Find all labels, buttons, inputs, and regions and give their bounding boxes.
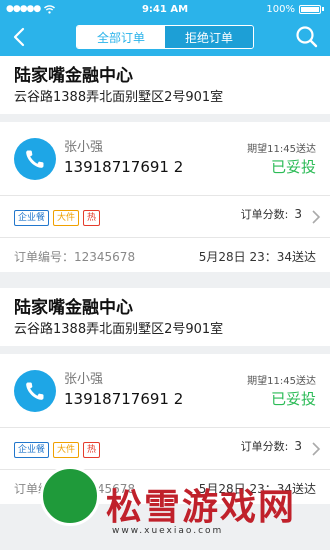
score-value: 3: [294, 207, 302, 221]
tags-row[interactable]: 企业餐 大件 热 订单分数: 3: [0, 428, 330, 470]
chevron-right-icon[interactable]: [310, 209, 322, 225]
search-icon[interactable]: [294, 24, 320, 50]
place-name: 陆家嘴金融中心: [14, 66, 133, 86]
tag-hot: 热: [83, 442, 101, 458]
customer-name: 张小强: [64, 140, 104, 155]
wifi-icon: [44, 4, 56, 14]
order-card[interactable]: 陆家嘴金融中心 云谷路1388弄北面别墅区2号901室 张小强 13918717…: [0, 288, 330, 504]
back-arrow-icon[interactable]: [8, 23, 32, 51]
tag-list: 企业餐 大件 热: [14, 442, 101, 458]
customer-row: 张小强 13918717691 2 期望11:45送达 已妥投: [0, 122, 330, 196]
tag-large-item: 大件: [53, 210, 80, 226]
phone-icon: [26, 382, 44, 400]
status-label: 已妥投: [270, 158, 316, 176]
tab-all-orders[interactable]: 全部订单: [77, 26, 165, 48]
customer-name: 张小强: [64, 372, 104, 387]
delivered-time: 5月28日 23：34送达: [198, 250, 316, 264]
tag-hot: 热: [83, 210, 101, 226]
battery-icon: [299, 4, 321, 14]
status-left: ●●●●●: [6, 4, 116, 14]
place-name: 陆家嘴金融中心: [14, 298, 133, 318]
status-time: 9:41 AM: [141, 3, 189, 15]
tag-corporate-meal: 企业餐: [14, 442, 50, 458]
order-filter-tabs: 全部订单 拒绝订单: [76, 25, 254, 49]
customer-phone: 13918717691 2: [64, 390, 184, 408]
address-text: 云谷路1388弄北面别墅区2号901室: [14, 322, 224, 337]
chevron-right-icon[interactable]: [310, 441, 322, 457]
signal-dots: ●●●●●: [6, 4, 41, 14]
watermark-title: 松雪游戏网: [106, 487, 297, 528]
order-score: 订单分数: 3: [241, 438, 302, 454]
order-number: 订单编号：12345678: [14, 250, 136, 264]
address-block: 陆家嘴金融中心 云谷路1388弄北面别墅区2号901室: [0, 56, 330, 114]
expected-time: 期望11:45送达: [247, 144, 316, 155]
expected-time: 期望11:45送达: [247, 376, 316, 387]
call-button[interactable]: [14, 370, 56, 412]
customer-phone: 13918717691 2: [64, 158, 184, 176]
divider: [0, 346, 330, 354]
order-card[interactable]: 陆家嘴金融中心 云谷路1388弄北面别墅区2号901室 张小强 13918717…: [0, 56, 330, 272]
order-number-row: 订单编号：12345678 5月28日 23：34送达: [0, 238, 330, 272]
phone-icon: [26, 150, 44, 168]
call-button[interactable]: [14, 138, 56, 180]
divider: [0, 114, 330, 122]
watermark-url: www.xuexiao.com: [112, 526, 224, 536]
score-label: 订单分数:: [240, 208, 289, 221]
tag-list: 企业餐 大件 热: [14, 210, 101, 226]
customer-row: 张小强 13918717691 2 期望11:45送达 已妥投: [0, 354, 330, 428]
battery-percent: 100%: [266, 3, 295, 15]
status-right: 100%: [214, 4, 324, 15]
header-bar: 全部订单 拒绝订单: [0, 18, 330, 56]
tab-rejected-orders[interactable]: 拒绝订单: [165, 26, 253, 48]
address-block: 陆家嘴金融中心 云谷路1388弄北面别墅区2号901室: [0, 288, 330, 346]
tags-row[interactable]: 企业餐 大件 热 订单分数: 3: [0, 196, 330, 238]
score-value: 3: [294, 439, 302, 453]
order-score: 订单分数: 3: [241, 206, 302, 222]
battery-tip: [322, 7, 324, 11]
watermark-logo: [40, 466, 100, 526]
tag-corporate-meal: 企业餐: [14, 210, 50, 226]
status-label: 已妥投: [270, 390, 316, 408]
status-bar: ●●●●● 9:41 AM 100%: [0, 0, 330, 18]
score-label: 订单分数:: [240, 440, 289, 453]
tag-large-item: 大件: [53, 442, 80, 458]
address-text: 云谷路1388弄北面别墅区2号901室: [14, 90, 224, 105]
